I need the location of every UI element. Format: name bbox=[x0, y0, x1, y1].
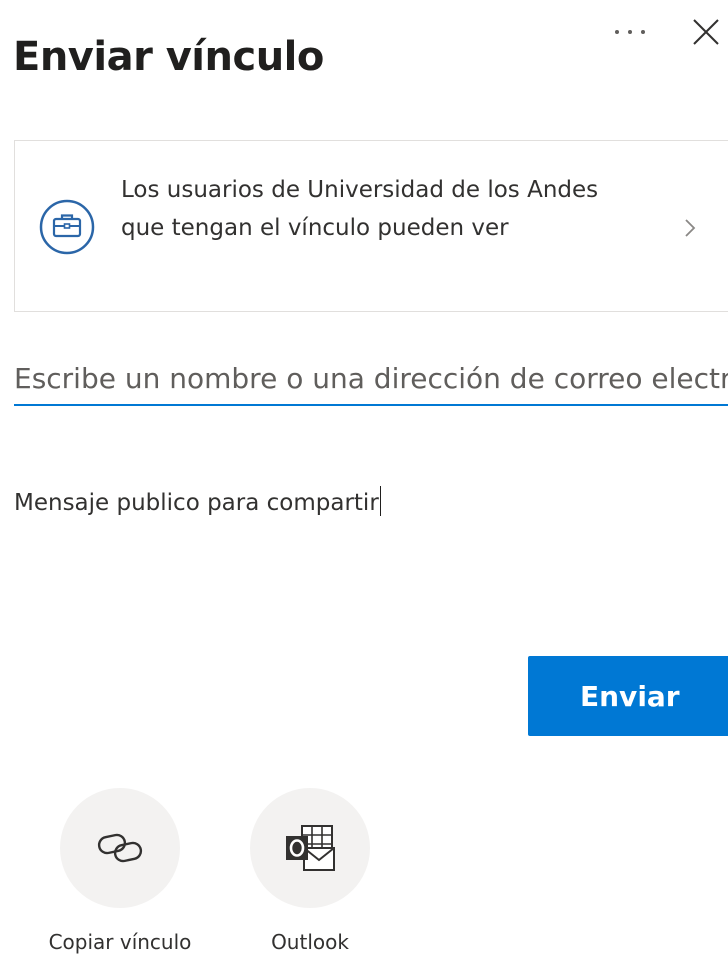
send-link-dialog: Enviar vínculo Los usuarios de Universid… bbox=[0, 0, 728, 957]
briefcase-icon bbox=[39, 199, 95, 255]
copy-link-circle bbox=[60, 788, 180, 908]
outlook-option[interactable]: Outlook bbox=[230, 788, 390, 954]
message-field[interactable]: Mensaje publico para compartir bbox=[14, 486, 714, 626]
outlook-label: Outlook bbox=[271, 930, 349, 954]
close-button[interactable] bbox=[686, 12, 726, 52]
close-icon bbox=[693, 19, 719, 45]
copy-link-label: Copiar vínculo bbox=[48, 930, 192, 954]
more-horizontal-icon bbox=[615, 30, 645, 34]
outlook-icon bbox=[286, 825, 335, 871]
more-options-button[interactable] bbox=[610, 14, 650, 50]
text-caret bbox=[379, 486, 381, 516]
copy-link-option[interactable]: Copiar vínculo bbox=[40, 788, 200, 954]
chevron-right-icon bbox=[685, 219, 696, 237]
recipient-input[interactable] bbox=[14, 352, 728, 406]
outlook-circle bbox=[250, 788, 370, 908]
send-button[interactable]: Enviar bbox=[528, 656, 728, 736]
dialog-title: Enviar vínculo bbox=[13, 34, 324, 80]
permission-description: Los usuarios de Universidad de los Andes… bbox=[121, 177, 599, 241]
link-permission-settings[interactable]: Los usuarios de Universidad de los Andes… bbox=[14, 140, 728, 312]
message-text: Mensaje publico para compartir bbox=[14, 490, 379, 516]
link-icon bbox=[97, 833, 143, 863]
